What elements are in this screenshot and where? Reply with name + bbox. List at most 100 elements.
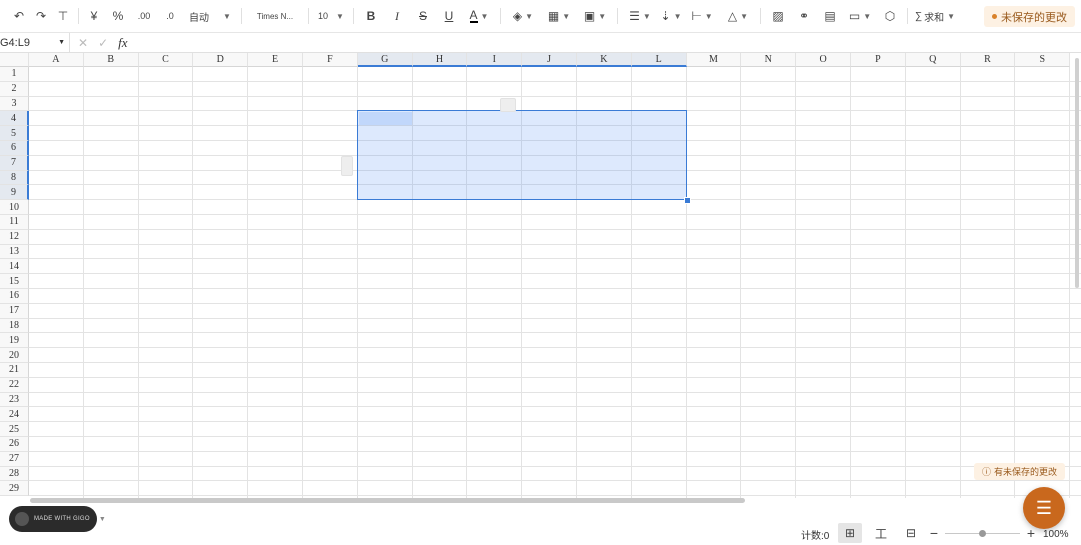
currency-button[interactable]: ¥ [83,5,105,27]
row-header-20[interactable]: 20 [0,348,29,363]
row-header-24[interactable]: 24 [0,407,29,423]
column-header-g[interactable]: G [357,53,413,67]
column-header-r[interactable]: R [960,53,1016,67]
column-header-m[interactable]: M [686,53,742,67]
font-family-select[interactable]: Times N... [246,5,304,27]
page-break-view-button[interactable]: ⊟ [899,523,923,543]
active-cell[interactable] [358,112,412,126]
spreadsheet-grid[interactable]: A B C D E F G H I J K L M N O P Q R S 1 2 3 4 5 6 7 8 9 10 11 12 13 14 15… [0,53,1081,498]
zoom-slider-handle[interactable] [979,530,986,537]
row-header-7[interactable]: 7 [0,155,29,171]
font-size-select[interactable]: 10 ▼ [313,5,349,27]
row-header-11[interactable]: 11 [0,215,29,230]
made-with-badge[interactable]: MADE WITH GIGO [9,506,97,532]
underline-button[interactable]: U [436,5,462,27]
redo-button[interactable]: ↷ [30,5,52,27]
format-painter-button[interactable]: ⊤ [52,5,74,27]
zoom-out-button[interactable]: − [922,523,946,543]
unsaved-changes-badge[interactable]: 未保存的更改 [984,6,1075,27]
row-header-23[interactable]: 23 [0,392,29,408]
horizontal-align-button[interactable]: ☰ ▼ [622,5,658,27]
number-format-select[interactable]: 自动 ▼ [183,5,237,27]
row-header-28[interactable]: 28 [0,466,29,482]
sum-button[interactable]: ∑ 求和 ▼ [912,5,958,27]
column-header-c[interactable]: C [138,53,194,67]
row-header-5[interactable]: 5 [0,126,29,141]
select-all-corner[interactable] [0,53,29,67]
font-family-value: Times N... [256,11,294,21]
strikethrough-button[interactable]: S [410,5,436,27]
undo-button[interactable]: ↶ [8,5,30,27]
row-header-22[interactable]: 22 [0,377,29,393]
row-header-25[interactable]: 25 [0,422,29,437]
column-insert-marker[interactable] [500,98,517,113]
column-header-b[interactable]: B [83,53,139,67]
column-header-n[interactable]: N [741,53,797,67]
vertical-scrollbar[interactable] [1075,58,1079,288]
row-header-9[interactable]: 9 [0,185,29,201]
screenshot-button[interactable]: ⬡ [877,5,903,27]
column-header-q[interactable]: Q [905,53,961,67]
row-header-1[interactable]: 1 [0,67,29,82]
insert-comment-button[interactable]: ▭ ▼ [843,5,877,27]
increase-decimal-button[interactable]: .0 [157,5,183,27]
column-header-s[interactable]: S [1015,53,1071,67]
italic-button[interactable]: I [384,5,410,27]
separator [907,8,908,24]
row-header-21[interactable]: 21 [0,363,29,378]
vertical-align-button[interactable]: ⇣ ▼ [658,5,684,27]
confirm-icon[interactable]: ✓ [98,36,108,50]
row-header-10[interactable]: 10 [0,200,29,215]
borders-button[interactable]: ▦ ▼ [541,5,577,27]
column-header-p[interactable]: P [851,53,906,67]
column-header-l[interactable]: L [631,53,687,67]
column-header-e[interactable]: E [248,53,303,67]
column-header-f[interactable]: F [303,53,358,67]
decrease-decimal-button[interactable]: .00 [131,5,157,27]
gridline [29,80,1081,82]
gridline [29,288,1081,289]
merge-cells-button[interactable]: ▣ ▼ [577,5,613,27]
text-wrap-button[interactable]: ⊢ ▼ [684,5,720,27]
row-header-17[interactable]: 17 [0,303,29,319]
name-box[interactable]: G4:L9 ▼ [0,33,70,52]
font-color-button[interactable]: A ▼ [462,5,496,27]
horizontal-scrollbar[interactable] [30,498,745,503]
menu-fab-button[interactable]: ☰ [1023,487,1065,529]
row-header-15[interactable]: 15 [0,274,29,289]
row-header-19[interactable]: 19 [0,333,29,349]
column-header-j[interactable]: J [522,53,577,67]
page-layout-view-button[interactable]: 工 [869,523,893,543]
column-header-d[interactable]: D [193,53,249,67]
row-header-4[interactable]: 4 [0,111,29,127]
column-header-h[interactable]: H [412,53,468,67]
row-header-14[interactable]: 14 [0,259,29,275]
row-header-2[interactable]: 2 [0,81,29,97]
cancel-icon[interactable]: ✕ [78,36,88,50]
row-header-3[interactable]: 3 [0,96,29,112]
row-header-18[interactable]: 18 [0,318,29,334]
column-header-i[interactable]: I [467,53,523,67]
column-header-o[interactable]: O [796,53,851,67]
bold-button[interactable]: B [358,5,384,27]
row-header-13[interactable]: 13 [0,244,29,260]
row-insert-marker[interactable] [341,155,354,176]
row-header-6[interactable]: 6 [0,141,29,156]
row-header-8[interactable]: 8 [0,170,29,186]
insert-chart-button[interactable]: ▤ [817,5,843,27]
fill-handle[interactable] [683,197,691,205]
insert-image-button[interactable]: ▨ [765,5,791,27]
text-rotate-button[interactable]: △ ▼ [720,5,756,27]
row-header-29[interactable]: 29 [0,481,29,497]
row-header-26[interactable]: 26 [0,437,29,452]
normal-view-button[interactable]: ⊞ [838,523,862,543]
row-header-12[interactable]: 12 [0,229,29,245]
row-header-27[interactable]: 27 [0,451,29,467]
insert-link-button[interactable]: ⚭ [791,5,817,27]
percent-button[interactable]: % [105,5,131,27]
column-header-a[interactable]: A [29,53,84,67]
fill-color-button[interactable]: ◈ ▼ [505,5,541,27]
column-header-k[interactable]: K [577,53,632,67]
row-header-16[interactable]: 16 [0,289,29,304]
count-label: 计数:0 [801,530,830,542]
